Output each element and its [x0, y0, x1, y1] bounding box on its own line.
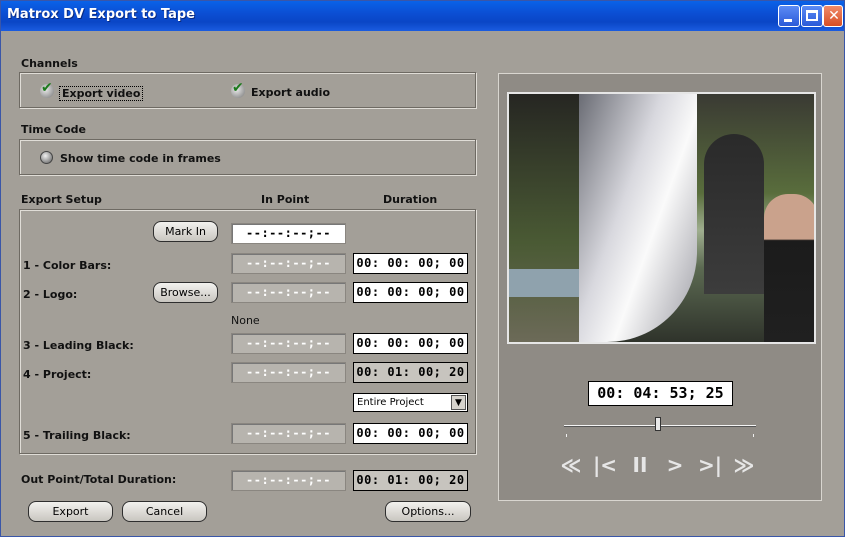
minimize-icon — [784, 19, 792, 22]
export-audio-checkbox[interactable]: ✔ — [231, 80, 245, 98]
total-duration: 00: 01: 00; 20 — [353, 470, 468, 491]
browse-logo-button[interactable]: Browse... — [153, 282, 218, 303]
export-button[interactable]: Export — [28, 501, 113, 522]
logo-file-name: None — [231, 314, 260, 327]
trailing-black-in-point: --:--:--;-- — [231, 423, 346, 444]
export-dialog: Matrox DV Export to Tape ✕ Channels ✔ Ex… — [0, 0, 845, 537]
go-to-start-button[interactable]: |< — [590, 453, 620, 479]
options-button[interactable]: Options... — [385, 501, 471, 522]
pause-icon: II — [632, 453, 648, 477]
slider-tick — [753, 434, 754, 437]
out-point-label: Out Point/Total Duration: — [21, 473, 177, 486]
project-label: 4 - Project: — [23, 368, 92, 381]
mark-in-button[interactable]: Mark In — [153, 221, 218, 242]
project-range-value: Entire Project — [357, 397, 424, 408]
slider-tick — [566, 434, 567, 437]
rewind-button[interactable]: ≪ — [556, 453, 586, 479]
pause-button[interactable]: II — [625, 453, 655, 479]
export-video-checkbox[interactable]: ✔ — [40, 80, 54, 98]
rewind-icon: ≪ — [560, 453, 582, 477]
color-bars-label: 1 - Color Bars: — [23, 259, 112, 272]
window-title: Matrox DV Export to Tape — [7, 7, 195, 22]
logo-label: 2 - Logo: — [23, 288, 78, 301]
leading-black-in-point: --:--:--;-- — [231, 333, 346, 354]
duration-column-header: Duration — [383, 193, 438, 206]
minimize-button[interactable] — [778, 5, 800, 27]
go-to-start-icon: |< — [592, 453, 618, 477]
export-audio-label[interactable]: Export audio — [251, 86, 330, 99]
mark-in-timecode[interactable]: --:--:--;-- — [231, 223, 346, 244]
checkmark-icon: ✔ — [232, 80, 244, 96]
color-bars-in-point: --:--:--;-- — [231, 253, 346, 274]
go-to-end-button[interactable]: >| — [695, 453, 725, 479]
logo-in-point: --:--:--;-- — [231, 282, 346, 303]
page-curl-transition — [579, 94, 697, 342]
play-button[interactable]: > — [660, 453, 690, 479]
fast-forward-button[interactable]: ≫ — [729, 453, 759, 479]
chevron-down-icon: ▼ — [455, 398, 462, 408]
maximize-icon — [806, 10, 818, 21]
close-button[interactable]: ✕ — [823, 5, 843, 27]
color-bars-duration[interactable]: 00: 00: 00; 00 — [353, 253, 468, 274]
checkmark-icon: ✔ — [41, 80, 53, 96]
export-setup-group — [19, 209, 476, 454]
trailing-black-label: 5 - Trailing Black: — [23, 429, 131, 442]
channels-heading: Channels — [21, 57, 78, 70]
go-to-end-icon: >| — [697, 453, 723, 477]
show-frames-label[interactable]: Show time code in frames — [60, 152, 221, 165]
out-point-in-point: --:--:--;-- — [231, 470, 346, 491]
in-point-column-header: In Point — [261, 193, 310, 206]
leading-black-label: 3 - Leading Black: — [23, 339, 134, 352]
logo-duration[interactable]: 00: 00: 00; 00 — [353, 282, 468, 303]
close-icon: ✕ — [828, 8, 840, 24]
project-duration: 00: 01: 00; 20 — [353, 362, 468, 383]
slider-thumb[interactable] — [655, 417, 661, 431]
show-frames-radio[interactable] — [40, 151, 53, 164]
leading-black-duration[interactable]: 00: 00: 00; 00 — [353, 333, 468, 354]
export-video-label[interactable]: Export video — [59, 86, 144, 101]
maximize-button[interactable] — [801, 5, 823, 27]
time-code-heading: Time Code — [21, 123, 86, 136]
preview-timecode: 00: 04: 53; 25 — [588, 381, 733, 406]
project-in-point: --:--:--;-- — [231, 362, 346, 383]
dropdown-arrow[interactable]: ▼ — [451, 395, 466, 410]
trailing-black-duration[interactable]: 00: 00: 00; 00 — [353, 423, 468, 444]
cancel-button[interactable]: Cancel — [122, 501, 207, 522]
fast-forward-icon: ≫ — [733, 453, 755, 477]
video-preview — [507, 92, 816, 344]
title-bar[interactable]: Matrox DV Export to Tape ✕ — [1, 1, 844, 31]
play-icon: > — [666, 453, 684, 477]
project-range-dropdown[interactable]: Entire Project ▼ — [353, 393, 468, 412]
export-setup-heading: Export Setup — [21, 193, 102, 206]
